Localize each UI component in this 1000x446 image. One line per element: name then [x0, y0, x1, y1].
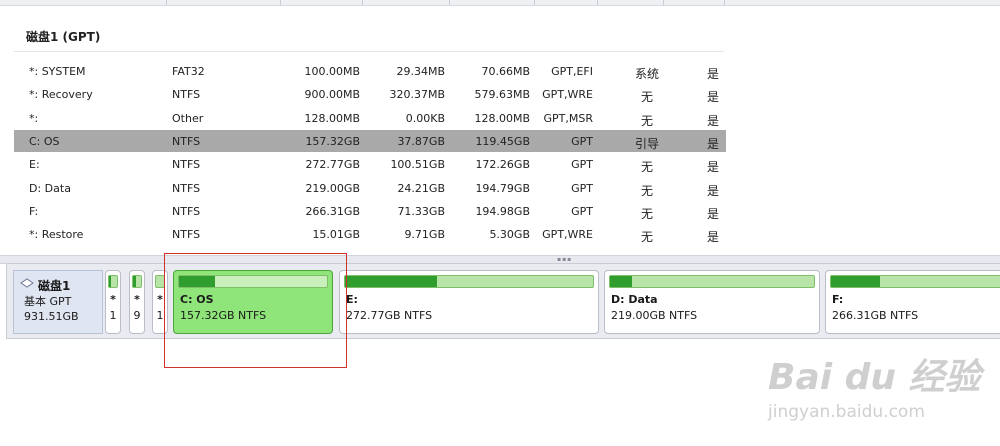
cell-name: *: Recovery [29, 88, 93, 102]
cell-used: 29.34MB [396, 65, 445, 78]
cell-name: *: SYSTEM [29, 65, 86, 78]
partition-block-f[interactable]: F: 266.31GB NTFS [825, 270, 1000, 334]
cell-type: GPT,EFI [551, 65, 593, 78]
cell-status: 无 [640, 183, 653, 198]
cell-active: 是 [706, 67, 719, 81]
cell-used: 24.21GB [397, 181, 445, 195]
disk-icon [20, 278, 34, 288]
cell-type: GPT [571, 158, 593, 172]
used-fill [345, 276, 437, 287]
cell-name: E: [29, 158, 40, 172]
cell-used: 37.87GB [397, 134, 445, 148]
cell-status: 系统 [634, 67, 659, 81]
cell-name: *: [29, 111, 39, 125]
cell-used: 0.00KB [405, 111, 445, 125]
cell-name: C: OS [29, 134, 60, 148]
cell-active: 是 [706, 183, 719, 198]
cell-free: 128.00MB [474, 111, 530, 125]
cell-type: GPT,WRE [542, 88, 593, 102]
watermark-url: jingyan.baidu.com [768, 402, 925, 422]
cell-fs: NTFS [172, 158, 201, 172]
disk-title: 磁盘1 (GPT) [26, 30, 101, 44]
cell-status: 无 [640, 160, 653, 175]
disk-size: 931.51GB [24, 310, 79, 323]
disk-info-block[interactable]: 磁盘1 基本 GPT 931.51GB [13, 270, 103, 334]
partition-block-e[interactable]: E: 272.77GB NTFS [339, 270, 599, 334]
cell-capacity: 100.00MB [304, 65, 360, 78]
table-row[interactable]: E: NTFS 272.77GB 100.51GB 172.26GB GPT 无 是 [14, 153, 726, 175]
table-row[interactable]: D: Data NTFS 219.00GB 24.21GB 194.79GB GPT 无 是 [14, 177, 726, 199]
cell-active: 是 [706, 160, 719, 175]
disk-type: 基本 GPT [24, 295, 72, 308]
cell-name: *: Restore [29, 228, 84, 242]
cell-active: 是 [706, 230, 719, 245]
cell-active: 是 [706, 90, 719, 105]
cell-active: 是 [706, 206, 719, 221]
cell-free: 5.30GB [489, 228, 530, 242]
partition-block-recovery[interactable]: * 9 [129, 270, 145, 334]
cell-capacity: 128.00MB [304, 111, 360, 125]
cell-used: 71.33GB [397, 204, 445, 218]
cell-status: 无 [640, 113, 653, 128]
cell-free: 119.45GB [475, 134, 530, 148]
cell-type: GPT,WRE [542, 228, 593, 242]
table-row[interactable]: *: SYSTEM FAT32 100.00MB 29.34MB 70.66MB GPT,… [14, 60, 726, 82]
cell-capacity: 900.00MB [304, 88, 360, 102]
cell-free: 172.26GB [475, 158, 530, 172]
cell-fs: NTFS [172, 228, 201, 242]
cell-type: GPT,MSR [543, 111, 594, 125]
cell-status: 无 [640, 206, 653, 221]
cell-type: GPT [571, 181, 593, 195]
cell-capacity: 266.31GB [305, 204, 360, 218]
cell-status: 无 [640, 230, 653, 245]
table-row[interactable]: F: NTFS 266.31GB 71.33GB 194.98GB GPT 无 是 [14, 200, 726, 222]
watermark-brand: Bai du 经验 [768, 357, 981, 398]
cell-fs: NTFS [172, 134, 201, 148]
disk-name: 磁盘1 [38, 279, 71, 293]
cell-name: F: [29, 204, 39, 218]
annotation-highlight-box [164, 253, 347, 368]
cell-fs: FAT32 [172, 65, 205, 78]
cell-active: 是 [706, 113, 719, 128]
cell-capacity: 15.01GB [312, 228, 360, 242]
splitter-grip[interactable]: ▪▪▪ [557, 257, 572, 263]
partition-block-system[interactable]: * 1 [105, 270, 121, 334]
cell-capacity: 272.77GB [305, 158, 360, 172]
cell-used: 320.37MB [389, 88, 445, 102]
table-row[interactable]: *: Other 128.00MB 0.00KB 128.00MB GPT,MSR 无 是 [14, 107, 726, 129]
watermark: Bai du 经验 jingyan.baidu.com [762, 338, 992, 438]
cell-free: 194.98GB [475, 204, 530, 218]
cell-free: 70.66MB [481, 65, 530, 78]
table-row[interactable]: *: Restore NTFS 15.01GB 9.71GB 5.30GB GPT,WRE… [14, 223, 726, 245]
cell-used: 100.51GB [390, 158, 445, 172]
table-row[interactable]: *: Recovery NTFS 900.00MB 320.37MB 579.63MB G… [14, 83, 726, 105]
cell-fs: NTFS [172, 181, 201, 195]
cell-fs: Other [172, 111, 204, 125]
cell-capacity: 157.32GB [305, 134, 360, 148]
cell-fs: NTFS [172, 204, 201, 218]
cell-capacity: 219.00GB [305, 181, 360, 195]
cell-type: GPT [571, 134, 593, 148]
column-header-bar [0, 0, 1000, 6]
used-fill [831, 276, 880, 287]
cell-status: 无 [640, 90, 653, 105]
cell-fs: NTFS [172, 88, 201, 102]
cell-type: GPT [571, 204, 593, 218]
divider [14, 51, 724, 52]
table-row[interactable]: C: OS NTFS 157.32GB 37.87GB 119.45GB GPT 引导 是 [14, 129, 726, 152]
cell-active: 是 [706, 136, 719, 151]
disk-map: 磁盘1 基本 GPT 931.51GB * 1 * 9 * 1 C: OS 15… [6, 263, 1000, 339]
cell-status: 引导 [634, 136, 659, 151]
cell-name: D: Data [29, 181, 71, 195]
cell-used: 9.71GB [404, 228, 445, 242]
used-fill [610, 276, 633, 287]
partition-block-d[interactable]: D: Data 219.00GB NTFS [604, 270, 820, 334]
cell-free: 579.63MB [474, 88, 530, 102]
cell-free: 194.79GB [475, 181, 530, 195]
